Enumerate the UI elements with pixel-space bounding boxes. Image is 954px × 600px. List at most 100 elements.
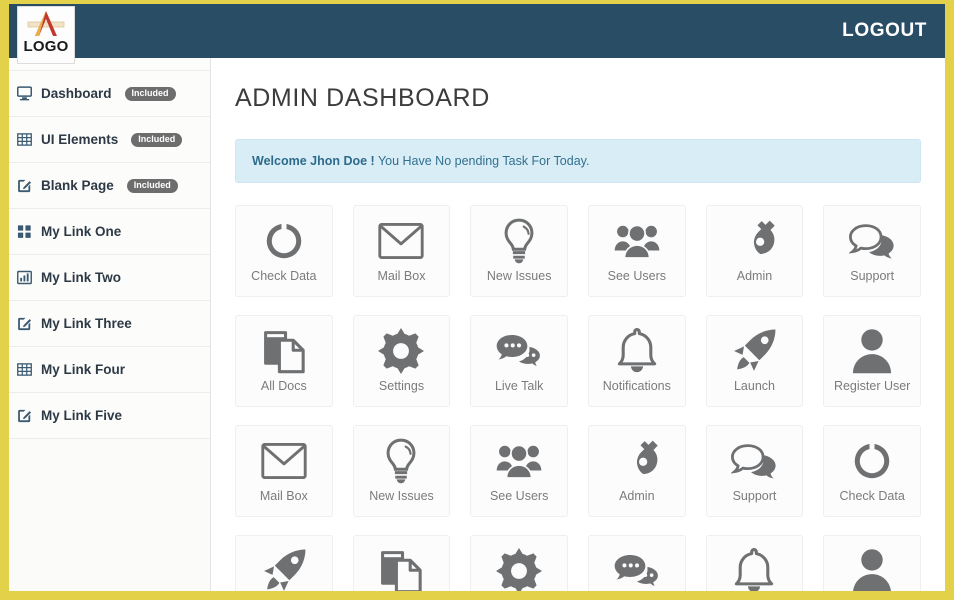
sidebar-item-badge: Included [124, 86, 176, 101]
sidebar-item-badge: Included [131, 132, 183, 147]
dashboard-tile-see-users[interactable]: See Users [587, 205, 686, 297]
dashboard-tile-label: Settings [378, 379, 425, 393]
dashboard-tile-new-issues[interactable]: New Issues [470, 205, 568, 297]
dashboard-tile-mail-box[interactable]: Mail Box [352, 205, 451, 297]
bar-chart-icon [17, 270, 32, 285]
brand-logo-text: LOGO [23, 38, 69, 55]
welcome-banner-text: You Have No pending Task For Today. [374, 154, 590, 168]
dashboard-tile-settings[interactable]: Settings [352, 315, 451, 407]
bell-icon [731, 548, 777, 591]
dashboard-tile-settings[interactable]: Settings [470, 535, 568, 591]
logout-button[interactable]: LOGOUT [842, 20, 927, 42]
dashboard-tile-notifications[interactable]: Notifications [587, 315, 686, 407]
users-group-icon [614, 219, 660, 263]
dashboard-tile-register-user[interactable]: Register User [823, 535, 921, 591]
th-large-icon [17, 224, 32, 239]
envelope-icon [378, 219, 425, 263]
rocket-icon [731, 329, 777, 373]
user-icon [849, 549, 895, 591]
key-icon [731, 219, 777, 263]
comments-icon [849, 219, 895, 263]
sidebar-item-blank-page[interactable]: Blank Page Included [9, 163, 210, 209]
dashboard-tile-support[interactable]: Support [705, 425, 804, 517]
top-header-bar: LOGO LOGOUT [9, 4, 945, 64]
sidebar-item-dashboard[interactable]: Dashboard Included [9, 71, 210, 117]
sidebar-item-label: Blank Page [41, 178, 114, 193]
dashboard-tile-admin[interactable]: Admin [587, 425, 686, 517]
sidebar-item-badge: Included [126, 178, 178, 193]
gear-icon [378, 328, 425, 374]
dashboard-tile-register-user[interactable]: Register User [823, 315, 921, 407]
sidebar-item-label: My Link Three [41, 316, 132, 331]
dashboard-tile-live-talk[interactable]: Live Talk [470, 315, 568, 407]
dashboard-tile-all-docs[interactable]: All Docs [235, 315, 333, 407]
envelope-icon [261, 439, 307, 483]
dashboard-tile-label: Mail Box [377, 269, 426, 283]
edit-icon [17, 316, 32, 331]
dashboard-tile-grid: Check Data Mail Box New Issues See Users Adm… [235, 205, 921, 591]
compass-pencil-logo-icon [27, 11, 65, 39]
table-icon [17, 132, 32, 147]
desktop-icon [17, 86, 32, 101]
documents-icon [261, 329, 307, 374]
sidebar-item-label: Dashboard [41, 86, 112, 101]
dashboard-tile-mail-box[interactable]: Mail Box [235, 425, 333, 517]
sidebar-item-label: My Link Four [41, 362, 125, 377]
dashboard-tile-label: Notifications [602, 379, 671, 393]
dashboard-tile-all-docs[interactable]: All Docs [352, 535, 451, 591]
sidebar-item-my-link-two[interactable]: My Link Two [9, 255, 210, 301]
dashboard-tile-label: Support [732, 489, 777, 503]
dashboard-tile-label: Mail Box [259, 489, 308, 503]
edit-icon [17, 178, 32, 193]
sidebar-item-my-link-three[interactable]: My Link Three [9, 301, 210, 347]
welcome-banner-bold: Welcome Jhon Doe ! [252, 154, 375, 168]
sidebar-item-label: UI Elements [41, 132, 119, 147]
dashboard-tile-label: See Users [489, 489, 549, 503]
dashboard-tile-label: Launch [733, 379, 775, 393]
dashboard-tile-label: Check Data [251, 269, 317, 283]
power-circle-icon [849, 439, 895, 483]
dashboard-tile-label: Live Talk [494, 379, 544, 393]
sidebar-item-my-link-four[interactable]: My Link Four [9, 347, 210, 393]
dashboard-tile-label: New Issues [369, 489, 434, 503]
sidebar-item-label: My Link Five [41, 408, 123, 423]
dashboard-tile-admin[interactable]: Admin [705, 205, 804, 297]
bell-icon [614, 328, 660, 373]
dashboard-tile-check-data[interactable]: Check Data [235, 205, 333, 297]
key-icon [614, 439, 660, 483]
power-circle-icon [261, 219, 307, 263]
dashboard-tile-label: Admin [736, 269, 773, 283]
chat-dots-icon [496, 329, 542, 373]
rocket-icon [261, 549, 307, 591]
user-icon [849, 329, 895, 374]
sidebar-item-ui-elements[interactable]: UI Elements Included [9, 117, 210, 163]
dashboard-tile-label: Admin [619, 489, 655, 503]
sidebar-item-my-link-one[interactable]: My Link One [9, 209, 210, 255]
dashboard-tile-see-users[interactable]: See Users [470, 425, 568, 517]
lightbulb-icon [378, 438, 424, 484]
page-title: ADMIN DASHBOARD [235, 84, 490, 112]
dashboard-tile-new-issues[interactable]: New Issues [352, 425, 451, 517]
dashboard-tile-label: Check Data [839, 489, 905, 503]
dashboard-tile-launch[interactable]: Launch [705, 315, 804, 407]
table-icon [17, 362, 32, 377]
dashboard-tile-support[interactable]: Support [823, 205, 921, 297]
dashboard-tile-label: Support [850, 269, 895, 283]
gear-icon [496, 548, 543, 591]
dashboard-tile-label: New Issues [486, 269, 552, 283]
dashboard-tile-label: All Docs [260, 379, 307, 393]
app-window: LOGO LOGOUT Dashboard Included UI Elements… [0, 0, 954, 600]
dashboard-tile-live-talk[interactable]: Live Talk [587, 535, 686, 591]
comments-icon [731, 439, 777, 483]
dashboard-tile-label: See Users [607, 269, 666, 283]
dashboard-tile-notifications[interactable]: Notifications [705, 535, 804, 591]
sidebar-navigation: Dashboard Included UI Elements Included Blan… [9, 58, 211, 591]
dashboard-tile-label: Register User [833, 379, 911, 393]
welcome-banner: Welcome Jhon Doe ! You Have No pending T… [235, 139, 921, 183]
brand-logo[interactable]: LOGO [17, 6, 75, 64]
users-group-icon [496, 439, 542, 483]
dashboard-tile-check-data[interactable]: Check Data [823, 425, 921, 517]
dashboard-tile-launch[interactable]: Launch [235, 535, 333, 591]
sidebar-item-my-link-five[interactable]: My Link Five [9, 393, 210, 439]
documents-icon [378, 549, 424, 591]
